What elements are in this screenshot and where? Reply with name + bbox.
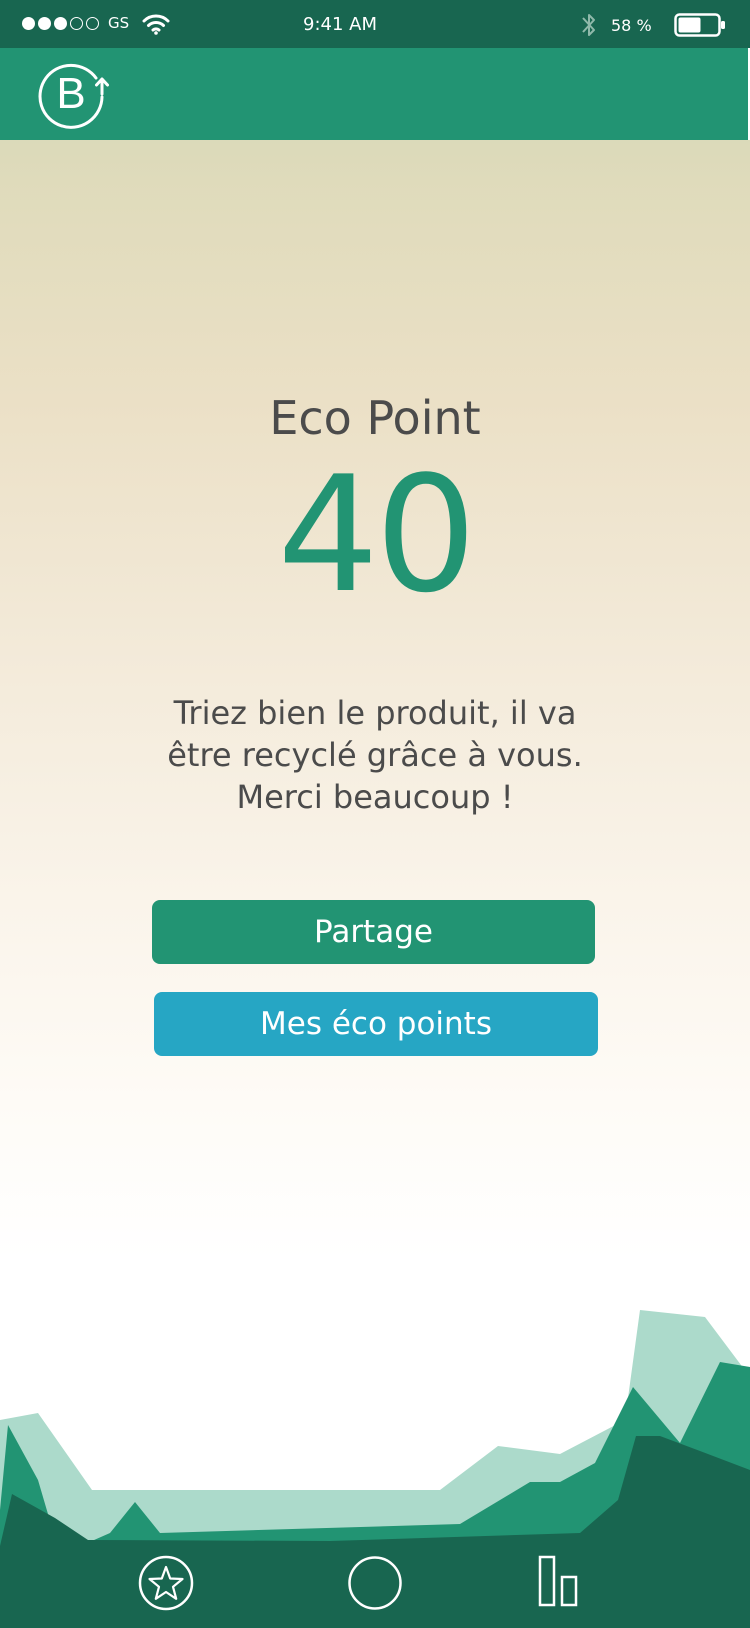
app-logo[interactable]: B (36, 58, 112, 134)
stats-icon[interactable] (536, 1553, 580, 1613)
eco-points-value: 40 (277, 441, 477, 628)
status-bar: GS 9:41 AM 58 % (0, 0, 750, 48)
bluetooth-icon (580, 10, 598, 45)
page-title: Eco Point (269, 390, 481, 445)
battery-icon (674, 13, 726, 42)
thank-you-message: Triez bien le produit, il va être recycl… (167, 694, 583, 816)
app-header: B (0, 48, 750, 140)
battery-percentage: 58 % (611, 16, 652, 35)
star-icon[interactable] (138, 1555, 194, 1615)
share-button[interactable]: Partage (152, 900, 595, 964)
bottom-navigation (0, 1533, 750, 1628)
status-time: 9:41 AM (303, 14, 377, 35)
logo-letter: B (56, 69, 85, 118)
my-eco-points-button[interactable]: Mes éco points (154, 992, 598, 1056)
circle-icon[interactable] (347, 1555, 403, 1615)
